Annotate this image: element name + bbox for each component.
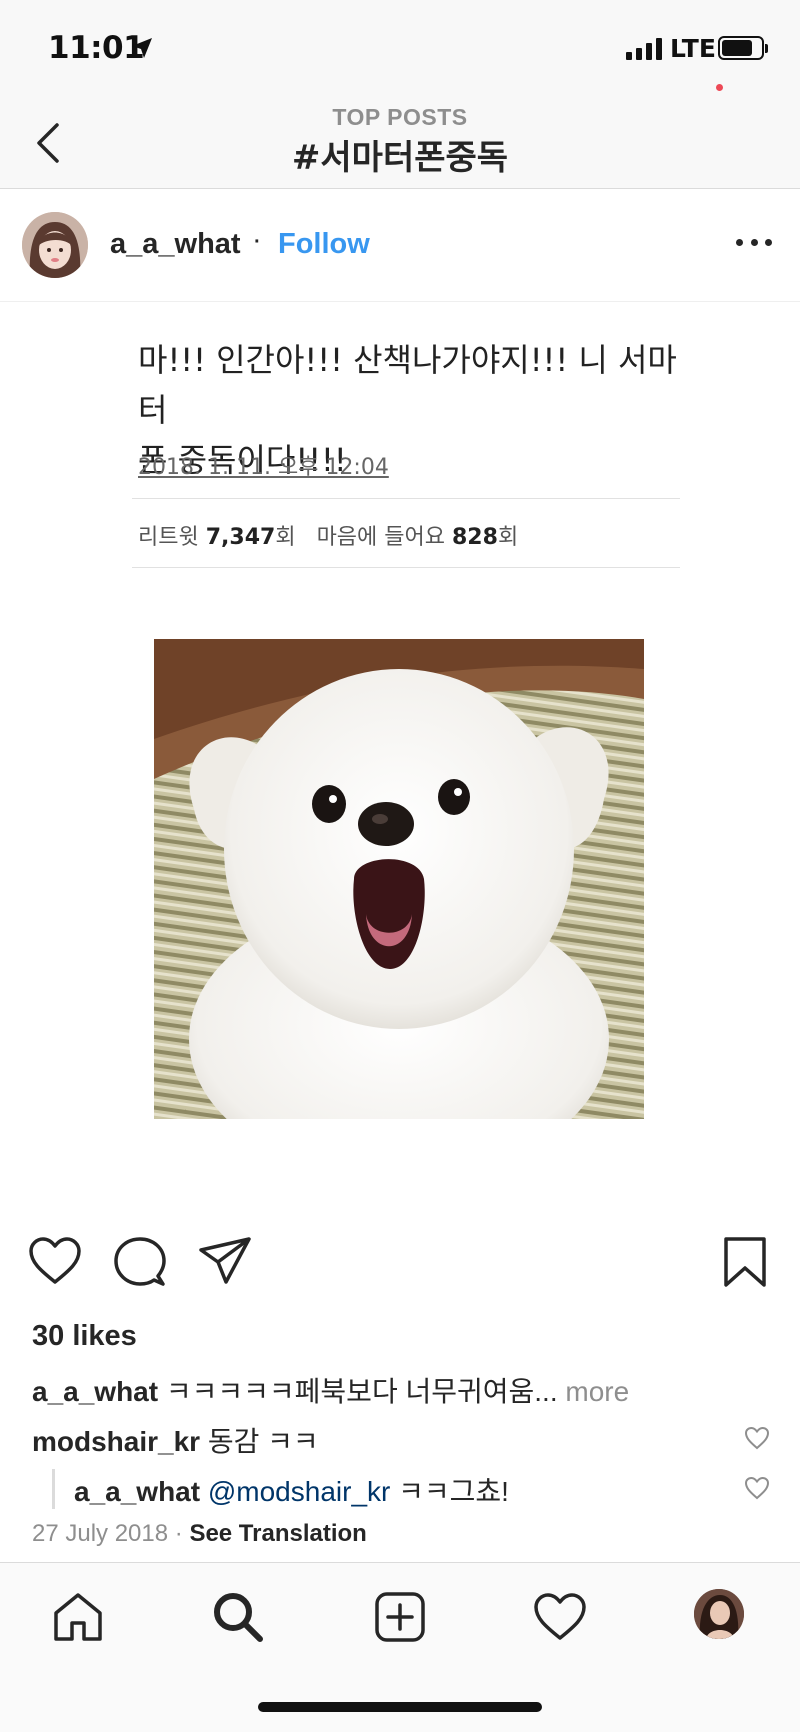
comment-bubble-icon[interactable] [114,1236,166,1288]
network-type: LTE [670,34,716,63]
heart-icon[interactable] [28,1236,82,1286]
location-arrow-icon [132,38,152,58]
nav-subtitle: TOP POSTS [332,104,468,130]
post-username[interactable]: a_a_what [110,228,241,261]
see-translation-link[interactable]: See Translation [189,1520,366,1547]
cellular-signal-icon [626,38,662,60]
notification-dot [716,84,723,91]
comment-username[interactable]: a_a_what [74,1476,200,1507]
home-icon [54,1593,102,1641]
comment-reply: a_a_what @modshair_kr ㅋㅋ그쵸! [74,1470,509,1510]
tweet-divider [132,567,680,568]
comment-mention[interactable]: @modshair_kr [200,1476,391,1507]
dog-photo [154,639,644,1119]
avatar-image [22,212,88,278]
separator-dot: · [252,224,262,256]
tweet-stats: 리트윗 7,347회 마음에 들어요 828회 [138,519,518,551]
likes-count[interactable]: 30 likes [32,1320,137,1353]
search-icon [214,1593,263,1642]
retweet-count: 7,347 [205,525,276,550]
comment-like-heart-icon[interactable] [744,1426,770,1450]
tab-home[interactable] [48,1587,108,1647]
profile-avatar [694,1589,744,1639]
tweet-timestamp: 2018. 1. 11. 오후 12:04 [138,455,389,480]
post-image[interactable]: 마!!! 인간아!!! 산책나가야지!!! 니 서마터 폰 중독이다!!!! 2… [0,303,800,1201]
date-separator: · [168,1520,190,1547]
tweet-text-line: 마!!! 인간아!!! 산책나가야지!!! 니 서마터 [138,341,677,429]
battery-tip [765,44,768,53]
post-caption: a_a_what ㅋㅋㅋㅋㅋ페북보다 너무귀여움... more [32,1370,629,1410]
bookmark-icon[interactable] [722,1236,768,1288]
tweet-divider [132,498,680,499]
nav-header: TOP POSTS #서마터폰중독 [0,100,800,189]
follow-button[interactable]: Follow [278,228,370,261]
heart-icon [534,1593,586,1640]
tab-search[interactable] [208,1587,268,1647]
tab-add[interactable] [370,1587,430,1647]
tab-activity[interactable] [530,1587,590,1647]
home-indicator[interactable] [258,1702,542,1712]
comment-username[interactable]: modshair_kr [32,1426,200,1457]
reply-indent-bar [52,1469,55,1509]
more-options-icon[interactable] [736,234,772,250]
caption-username[interactable]: a_a_what [32,1376,158,1407]
tab-profile[interactable] [694,1589,744,1639]
like-label: 마음에 들어요 [316,525,445,550]
page-title[interactable]: #서마터폰중독 [0,130,800,179]
post-date: 27 July 2018 · See Translation [32,1520,367,1548]
battery-icon [718,36,764,60]
post-date-text: 27 July 2018 [32,1520,169,1547]
add-post-icon [375,1592,425,1642]
like-unit: 회 [497,525,519,550]
avatar[interactable] [22,212,88,278]
caption-text: ㅋㅋㅋㅋㅋ페북보다 너무귀여움... [158,1376,558,1407]
paper-plane-icon[interactable] [198,1236,252,1286]
post-header: a_a_what · Follow [0,190,800,302]
caption-more-link[interactable]: more [558,1376,629,1407]
retweet-label: 리트윗 [138,525,199,550]
comment-text: ㅋㅋ그쵸! [390,1476,509,1507]
comment-item: modshair_kr 동감 ㅋㅋ [32,1420,319,1460]
like-count: 828 [452,525,498,550]
comment-text: 동감 ㅋㅋ [200,1426,319,1457]
retweet-unit: 회 [275,525,296,550]
post-actions [0,1230,800,1300]
comment-like-heart-icon[interactable] [744,1476,770,1500]
status-bar: 11:01 LTE [0,0,800,100]
